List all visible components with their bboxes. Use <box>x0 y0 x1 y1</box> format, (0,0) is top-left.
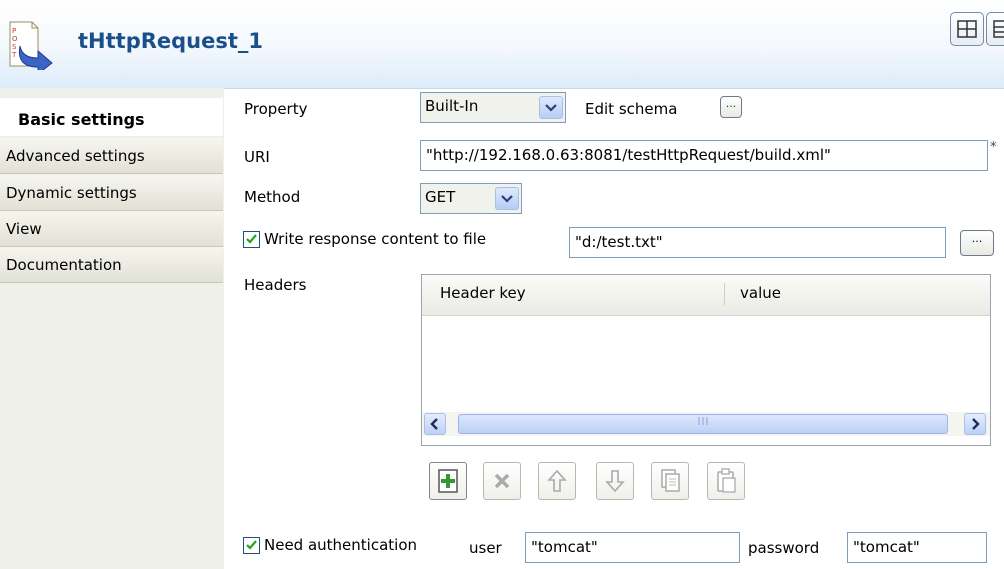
checkmark-icon <box>246 234 257 244</box>
method-select[interactable]: GET <box>420 183 522 214</box>
table-header: Header key value <box>422 275 990 316</box>
required-marker: * <box>990 140 997 155</box>
sidebar-item-label: View <box>6 220 42 238</box>
browse-file-button[interactable]: ... <box>960 230 994 256</box>
sidebar-item-advanced-settings[interactable]: Advanced settings <box>0 138 223 174</box>
copy-icon <box>661 469 680 492</box>
property-label: Property <box>244 100 308 118</box>
password-input[interactable]: "tomcat" <box>847 532 987 563</box>
move-up-icon <box>547 469 567 492</box>
sidebar-item-basic-settings[interactable]: Basic settings <box>0 98 223 136</box>
scroll-right-icon[interactable] <box>964 413 986 435</box>
write-response-checkbox[interactable] <box>243 231 260 248</box>
chevron-down-icon <box>495 187 519 210</box>
layout-list-button[interactable] <box>986 12 1004 46</box>
column-header-key[interactable]: Header key <box>440 284 526 302</box>
property-select[interactable]: Built-In <box>420 92 566 123</box>
delete-icon <box>494 473 510 489</box>
write-response-label: Write response content to file <box>264 230 487 248</box>
need-authentication-checkbox[interactable] <box>243 537 260 554</box>
add-icon <box>438 469 458 493</box>
http-post-component-icon: P O S T <box>6 20 70 76</box>
list-layout-icon <box>993 20 1004 38</box>
svg-text:T: T <box>11 51 17 59</box>
component-title: tHttpRequest_1 <box>78 29 264 53</box>
password-label: password <box>748 539 820 557</box>
move-down-button[interactable] <box>596 462 634 500</box>
method-label: Method <box>244 188 301 206</box>
checkmark-icon <box>246 540 257 550</box>
headers-label: Headers <box>244 276 307 294</box>
edit-schema-button[interactable]: ... <box>720 96 742 118</box>
sidebar-item-documentation[interactable]: Documentation <box>0 247 223 283</box>
svg-text:O: O <box>12 35 18 43</box>
need-authentication-label: Need authentication <box>264 536 418 554</box>
grid-layout-icon <box>957 20 977 38</box>
delete-row-button[interactable] <box>483 462 521 500</box>
sidebar-item-label: Advanced settings <box>6 147 145 165</box>
svg-text:S: S <box>12 43 17 51</box>
scroll-thumb[interactable] <box>458 414 948 434</box>
layout-grid-button[interactable] <box>950 12 984 46</box>
property-value: Built-In <box>425 97 479 115</box>
component-header: P O S T tHttpRequest_1 <box>0 0 1004 89</box>
copy-row-button[interactable] <box>651 462 689 500</box>
user-input[interactable]: "tomcat" <box>525 532 740 563</box>
method-value: GET <box>425 188 456 206</box>
scroll-left-icon[interactable] <box>424 413 446 435</box>
settings-sidebar: Basic settings Advanced settings Dynamic… <box>0 88 224 569</box>
column-divider <box>724 283 725 305</box>
response-file-input[interactable]: "d:/test.txt" <box>569 227 946 258</box>
horizontal-scrollbar[interactable] <box>422 412 990 436</box>
move-down-icon <box>605 470 625 493</box>
sidebar-item-label: Basic settings <box>18 110 145 129</box>
sidebar-item-label: Dynamic settings <box>6 184 137 202</box>
uri-label: URI <box>244 148 270 166</box>
uri-input[interactable]: "http://192.168.0.63:8081/testHttpReques… <box>420 140 988 171</box>
move-up-button[interactable] <box>538 462 576 500</box>
column-header-value[interactable]: value <box>740 284 781 302</box>
svg-text:P: P <box>12 27 16 35</box>
sidebar-item-label: Documentation <box>6 256 122 274</box>
headers-table: Header key value <box>421 274 991 446</box>
sidebar-item-view[interactable]: View <box>0 211 223 247</box>
edit-schema-label: Edit schema <box>585 100 678 118</box>
paste-icon <box>717 468 736 493</box>
sidebar-item-dynamic-settings[interactable]: Dynamic settings <box>0 175 223 211</box>
paste-row-button[interactable] <box>707 462 745 500</box>
add-row-button[interactable] <box>429 462 467 500</box>
user-label: user <box>469 539 502 557</box>
chevron-down-icon <box>539 96 563 119</box>
